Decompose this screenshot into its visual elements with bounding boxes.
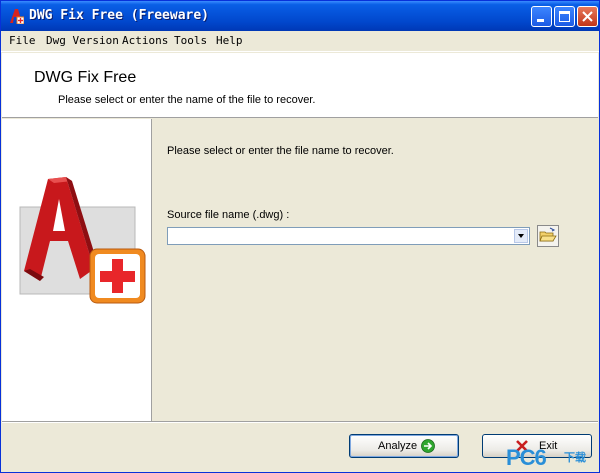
minimize-icon xyxy=(537,19,544,22)
wizard-header: DWG Fix Free Please select or enter the … xyxy=(2,53,598,118)
content-panel: Please select or enter the file name to … xyxy=(152,119,598,421)
analyze-label: Analyze xyxy=(378,440,418,452)
minimize-button[interactable] xyxy=(531,6,552,27)
menu-bar: File Dwg Version Actions Tools Help xyxy=(1,31,599,52)
combobox-dropdown-button[interactable] xyxy=(514,229,528,243)
source-file-input[interactable] xyxy=(170,229,510,243)
app-window: DWG Fix Free (Freeware) File Dwg Version… xyxy=(0,0,600,473)
close-icon xyxy=(582,11,593,22)
side-panel xyxy=(2,119,152,421)
page-title: DWG Fix Free xyxy=(34,69,137,86)
open-folder-icon xyxy=(539,227,557,242)
source-file-label: Source file name (.dwg) : xyxy=(167,209,290,221)
watermark-sub: 下载 xyxy=(564,452,586,464)
autocad-a-icon xyxy=(10,9,24,24)
analyze-button[interactable]: Analyze xyxy=(349,434,459,458)
green-arrow-icon xyxy=(421,439,435,453)
autocad-repair-logo xyxy=(19,177,146,304)
bottom-separator xyxy=(2,421,598,423)
maximize-icon xyxy=(559,11,570,22)
window-title: DWG Fix Free (Freeware) xyxy=(29,8,210,23)
instruction-text: Please select or enter the file name to … xyxy=(167,145,394,157)
chevron-down-icon xyxy=(518,234,524,238)
watermark-brand: PC6 xyxy=(506,445,547,470)
menu-dwg-version[interactable]: Dwg Version xyxy=(46,34,119,47)
page-subtitle: Please select or enter the name of the f… xyxy=(58,94,316,106)
browse-button[interactable] xyxy=(537,225,559,247)
title-bar[interactable]: DWG Fix Free (Freeware) xyxy=(1,1,599,31)
close-button[interactable] xyxy=(577,6,598,27)
source-file-combobox[interactable] xyxy=(167,227,530,245)
menu-help[interactable]: Help xyxy=(216,34,243,47)
menu-tools[interactable]: Tools xyxy=(174,34,207,47)
maximize-button[interactable] xyxy=(554,6,575,27)
menu-actions[interactable]: Actions xyxy=(122,34,168,47)
menu-file[interactable]: File xyxy=(9,34,36,47)
